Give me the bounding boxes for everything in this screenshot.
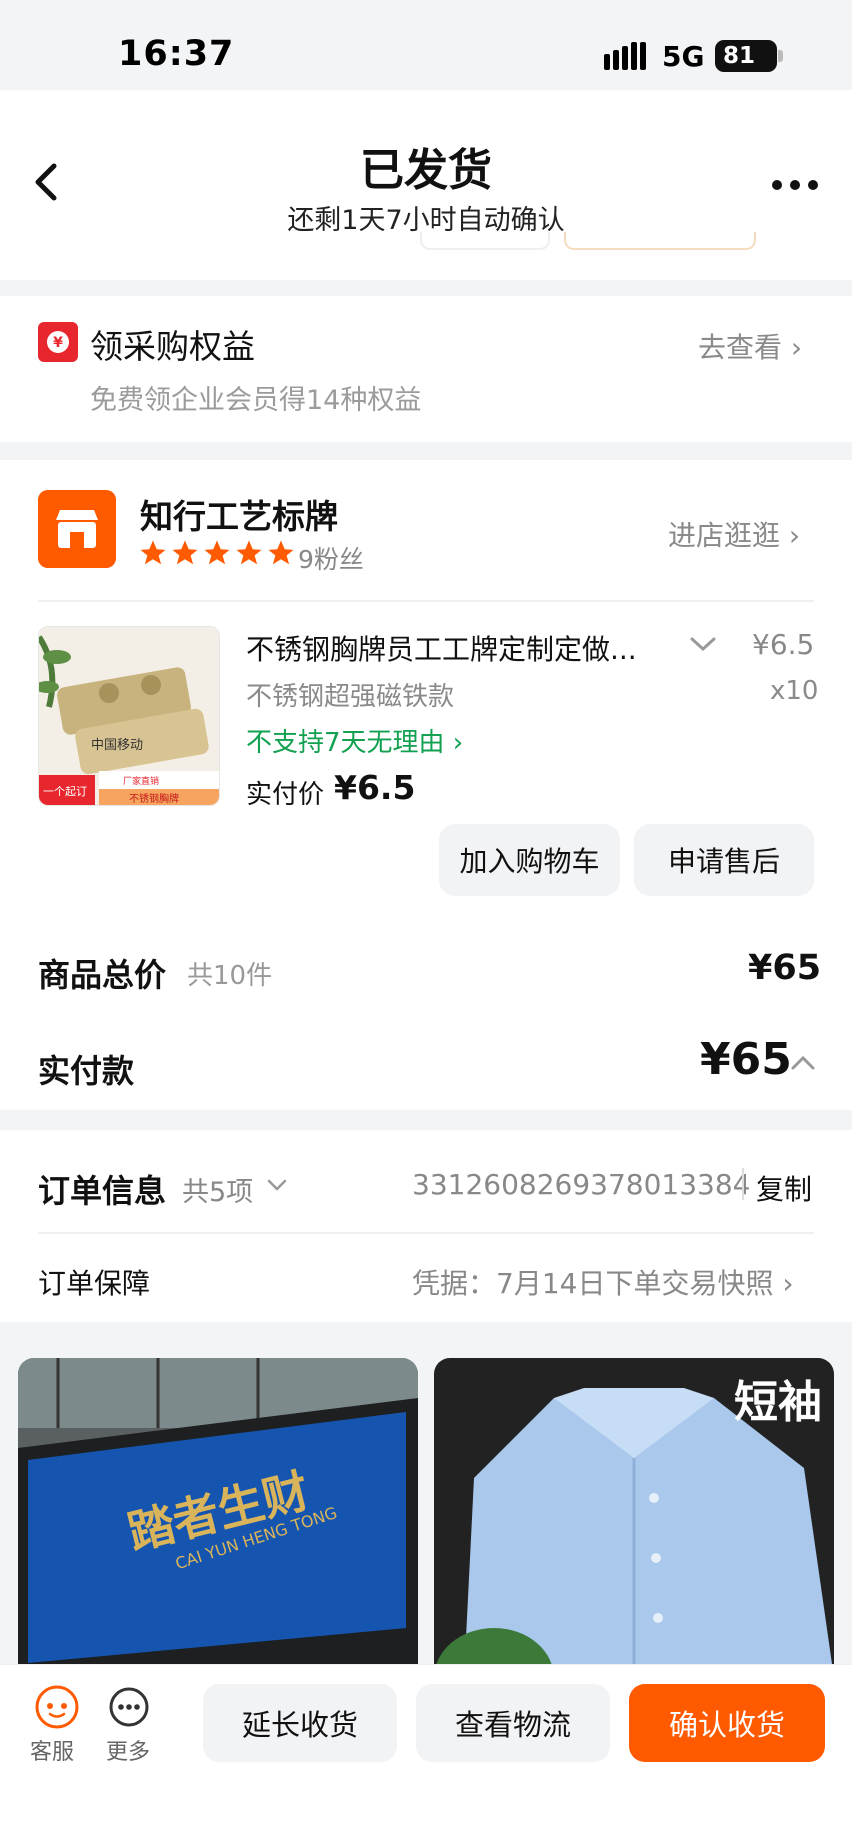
more-icon[interactable] xyxy=(108,1686,150,1728)
shirt-label: 短袖 xyxy=(734,1377,822,1428)
product-spec: 不锈钢超强磁铁款 xyxy=(246,682,455,712)
shop-rating xyxy=(138,538,298,568)
actual-price-label: 实付价 xyxy=(246,780,325,810)
page-title: 已发货 xyxy=(360,145,492,196)
copy-order-button[interactable]: 复制 xyxy=(756,1168,812,1208)
extend-receipt-button[interactable]: 延长收货 xyxy=(203,1684,397,1762)
star-icon xyxy=(236,540,262,565)
divider xyxy=(38,1232,814,1234)
return-policy-link[interactable]: 不支持7天无理由 › xyxy=(246,722,463,759)
signal-icon xyxy=(604,42,646,70)
after-sale-button[interactable]: 申请售后 xyxy=(634,824,814,896)
shop-logo-icon[interactable] xyxy=(38,490,116,568)
image-tag: 不锈钢胸牌 xyxy=(129,792,179,805)
visit-shop-link[interactable]: 进店逛逛 › xyxy=(668,514,800,554)
star-icon xyxy=(172,540,198,565)
divider xyxy=(742,1168,744,1200)
battery-level: 81 xyxy=(723,43,756,69)
star-icon xyxy=(268,540,294,565)
goods-total-label: 商品总价 xyxy=(38,956,167,994)
benefit-card[interactable] xyxy=(0,296,852,442)
shop-name[interactable]: 知行工艺标牌 xyxy=(140,490,338,538)
benefit-subtitle: 免费领企业会员得14种权益 xyxy=(90,385,422,416)
add-to-cart-button[interactable]: 加入购物车 xyxy=(439,824,620,896)
divider xyxy=(38,600,814,602)
hidden-button-edge xyxy=(564,232,756,250)
order-number: 3312608269378013384 xyxy=(412,1168,751,1201)
svg-text:中国移动: 中国移动 xyxy=(91,738,143,753)
view-logistics-button[interactable]: 查看物流 xyxy=(416,1684,610,1762)
chevron-down-icon[interactable] xyxy=(688,634,718,654)
recommend-item-doormat[interactable]: 踏者生财 CAI YUN HENG TONG xyxy=(18,1358,418,1678)
goods-total-value: ¥65 xyxy=(748,948,822,988)
benefit-view-link[interactable]: 去查看 › xyxy=(698,326,802,366)
chevron-down-icon[interactable] xyxy=(266,1178,288,1192)
hidden-button-edge xyxy=(420,232,550,250)
recommend-item-shirt[interactable]: 短袖 xyxy=(434,1358,834,1678)
customer-service-icon[interactable] xyxy=(34,1684,80,1730)
network-label: 5G xyxy=(662,40,705,73)
product-title[interactable]: 不锈钢胸牌员工工牌定制定做... xyxy=(246,628,656,668)
shop-fans: 9粉丝 xyxy=(298,545,364,574)
yuan-badge-icon: ¥ xyxy=(38,322,78,362)
goods-count: 共10件 xyxy=(187,961,273,991)
image-tag: 一个起订 xyxy=(43,785,87,798)
actual-price-value: ¥6.5 xyxy=(334,768,416,807)
customer-service-label[interactable]: 客服 xyxy=(30,1734,74,1766)
snapshot-link[interactable]: 凭据：7月14日下单交易快照 › xyxy=(412,1262,794,1302)
order-info-count[interactable]: 共5项 xyxy=(182,1170,253,1209)
actual-payment-label: 实付款 xyxy=(38,1052,135,1090)
status-time: 16:37 xyxy=(118,34,235,74)
star-icon xyxy=(204,540,230,565)
chevron-up-icon[interactable] xyxy=(790,1054,816,1072)
product-price: ¥6.5 xyxy=(752,628,815,661)
confirm-receipt-button[interactable]: 确认收货 xyxy=(629,1684,825,1762)
order-guarantee-label: 订单保障 xyxy=(38,1267,151,1300)
image-tag: 厂家直销 xyxy=(123,775,159,787)
more-options-icon[interactable] xyxy=(770,178,820,192)
battery-icon: 81 xyxy=(715,40,777,72)
svg-text:¥: ¥ xyxy=(53,335,63,351)
star-icon xyxy=(140,540,166,565)
order-info-label[interactable]: 订单信息 xyxy=(38,1166,166,1212)
product-image[interactable]: 中国移动 一个起订 厂家直销 不锈钢胸牌 xyxy=(38,626,220,806)
product-quantity: x10 xyxy=(770,676,819,706)
actual-payment-value: ¥65 xyxy=(700,1034,792,1085)
battery-cap xyxy=(778,50,783,62)
benefit-title: 领采购权益 xyxy=(90,327,255,366)
more-label[interactable]: 更多 xyxy=(106,1734,150,1766)
